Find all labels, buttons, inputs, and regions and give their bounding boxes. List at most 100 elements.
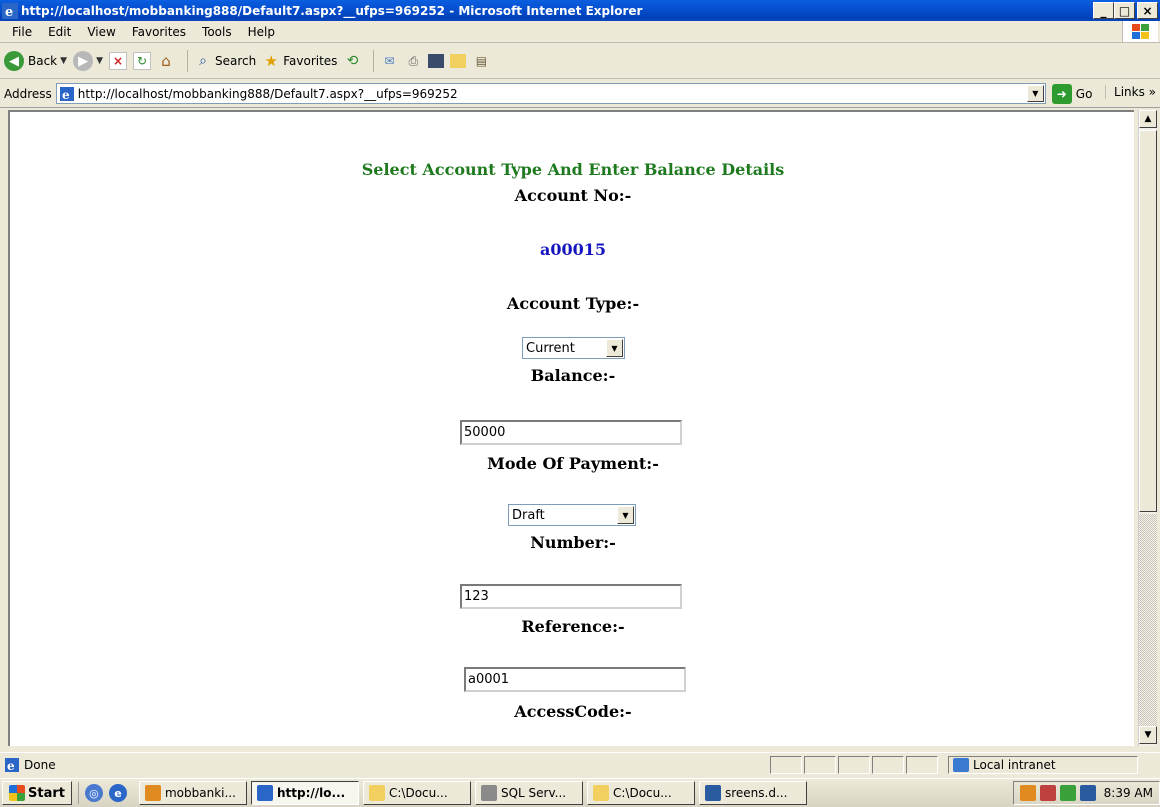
history-icon[interactable]: ⟲ <box>343 52 361 70</box>
go-label: Go <box>1075 86 1093 101</box>
mode-of-payment-select[interactable]: Draft ▼ <box>508 504 636 526</box>
menu-view[interactable]: View <box>79 25 123 39</box>
toolbar-separator <box>186 50 188 72</box>
sql-server-icon <box>480 785 497 801</box>
links-button[interactable]: Links » <box>1105 85 1156 99</box>
forward-button[interactable]: ▶ ▼ <box>73 51 103 71</box>
start-button[interactable]: Start <box>2 781 72 805</box>
menu-help[interactable]: Help <box>240 25 283 39</box>
ie-quicklaunch-icon[interactable]: e <box>108 784 127 802</box>
system-tray: 8:39 AM <box>1012 781 1160 805</box>
stop-icon[interactable]: × <box>108 52 127 70</box>
status-panel <box>804 755 836 774</box>
account-type-select[interactable]: Current ▼ <box>522 337 625 359</box>
mode-of-payment-value: Draft <box>512 507 545 523</box>
menu-favorites[interactable]: Favorites <box>124 25 194 39</box>
taskbar-item-label: C:\Docu... <box>388 786 448 800</box>
scrollbar-track[interactable] <box>1139 514 1157 726</box>
search-button[interactable]: ⌕ Search <box>194 52 256 70</box>
show-desktop-icon[interactable]: ◎ <box>84 784 103 802</box>
menu-tools[interactable]: Tools <box>194 25 240 39</box>
balance-input[interactable]: 50000 <box>460 420 682 445</box>
address-dropdown-icon[interactable]: ▼ <box>1026 85 1044 102</box>
network-tray-icon[interactable] <box>1039 785 1056 801</box>
taskbar-item-label: sreens.d... <box>724 786 788 800</box>
window-title: http://localhost/mobbanking888/Default7.… <box>21 3 643 18</box>
back-arrow-icon: ◀ <box>4 51 24 71</box>
windows-flag-icon <box>9 785 25 801</box>
home-icon[interactable]: ⌂ <box>157 52 175 70</box>
menu-file[interactable]: File <box>4 25 40 39</box>
back-button[interactable]: ◀ Back ▼ <box>4 51 67 71</box>
number-label: Number:- <box>530 533 616 552</box>
status-panel <box>906 755 938 774</box>
accesscode-label: AccessCode:- <box>514 702 632 721</box>
media-tray-icon[interactable] <box>1059 785 1076 801</box>
menu-edit[interactable]: Edit <box>40 25 79 39</box>
taskbar-item-label: C:\Docu... <box>612 786 672 800</box>
favorites-label: Favorites <box>283 54 338 68</box>
taskbar: Start ◎ e mobbanki... http://lo... C:\Do… <box>0 778 1160 807</box>
status-text: Done <box>24 757 56 772</box>
vs-tray-icon[interactable] <box>1019 785 1036 801</box>
taskbar-item-mobbanking[interactable]: mobbanki... <box>138 781 247 805</box>
title-bar: e http://localhost/mobbanking888/Default… <box>0 0 1160 21</box>
status-panel <box>838 755 870 774</box>
windows-logo-icon <box>1122 21 1158 42</box>
mail-icon[interactable]: ✉ <box>380 52 398 70</box>
vertical-scrollbar[interactable]: ▲ ▼ <box>1138 110 1157 746</box>
address-url: http://localhost/mobbanking888/Default7.… <box>77 86 458 101</box>
discuss-icon[interactable] <box>450 54 467 68</box>
number-input[interactable]: 123 <box>460 584 682 609</box>
back-dropdown-icon[interactable]: ▼ <box>60 56 67 66</box>
reference-input[interactable]: a0001 <box>464 667 686 692</box>
account-type-label: Account Type:- <box>506 294 640 313</box>
taskbar-item-folder[interactable]: C:\Docu... <box>362 781 471 805</box>
taskbar-item-word-doc[interactable]: sreens.d... <box>698 781 807 805</box>
svg-text:e: e <box>62 88 70 102</box>
research-icon[interactable]: ▤ <box>472 52 490 70</box>
print-icon[interactable]: ⎙ <box>404 52 422 70</box>
form-heading: Select Account Type And Enter Balance De… <box>361 160 785 179</box>
refresh-icon[interactable]: ↻ <box>132 52 151 70</box>
chevron-down-icon[interactable]: ▼ <box>606 339 623 357</box>
status-panel <box>770 755 802 774</box>
toolbar: ◀ Back ▼ ▶ ▼ × ↻ ⌂ ⌕ Search ★ Favorites … <box>0 44 1160 79</box>
page-done-icon: e <box>5 757 19 773</box>
reference-value: a0001 <box>468 672 510 687</box>
account-no-label: Account No:- <box>514 186 632 205</box>
address-input[interactable]: e http://localhost/mobbanking888/Default… <box>55 83 1046 104</box>
account-type-value: Current <box>526 340 575 356</box>
favorites-button[interactable]: ★ Favorites <box>262 52 337 70</box>
balance-value: 50000 <box>464 425 506 440</box>
reference-label: Reference:- <box>521 617 625 636</box>
taskbar-item-sql-server[interactable]: SQL Serv... <box>474 781 583 805</box>
maximize-button[interactable]: □ <box>1114 2 1135 19</box>
folder-icon <box>592 785 609 801</box>
go-button[interactable]: ➜ Go <box>1051 83 1093 104</box>
edit-icon[interactable] <box>428 54 445 68</box>
forward-arrow-icon: ▶ <box>73 51 94 71</box>
scroll-down-icon[interactable]: ▼ <box>1139 726 1157 744</box>
toolbar-separator <box>373 50 375 72</box>
chevron-down-icon[interactable]: ▼ <box>617 506 634 524</box>
scrollbar-thumb[interactable] <box>1139 130 1157 512</box>
security-tray-icon[interactable] <box>1079 785 1096 801</box>
folder-icon <box>368 785 385 801</box>
address-bar: Address e http://localhost/mobbanking888… <box>0 80 1160 108</box>
security-zone: Local intranet <box>948 755 1138 774</box>
forward-dropdown-icon[interactable]: ▼ <box>96 56 103 66</box>
menu-bar: File Edit View Favorites Tools Help <box>0 21 1160 43</box>
ie-icon: e <box>2 2 18 19</box>
taskbar-item-label: mobbanki... <box>164 786 236 800</box>
close-button[interactable]: × <box>1137 2 1158 19</box>
minimize-button[interactable]: _ <box>1093 2 1114 19</box>
star-icon: ★ <box>264 52 278 70</box>
taskbar-item-folder[interactable]: C:\Docu... <box>586 781 695 805</box>
status-bar: e Done Local intranet <box>0 752 1160 776</box>
taskbar-item-browser[interactable]: http://lo... <box>250 781 359 805</box>
scroll-up-icon[interactable]: ▲ <box>1139 110 1157 128</box>
clock: 8:39 AM <box>1103 786 1153 800</box>
vs-icon <box>144 785 161 801</box>
back-label: Back <box>28 54 58 68</box>
